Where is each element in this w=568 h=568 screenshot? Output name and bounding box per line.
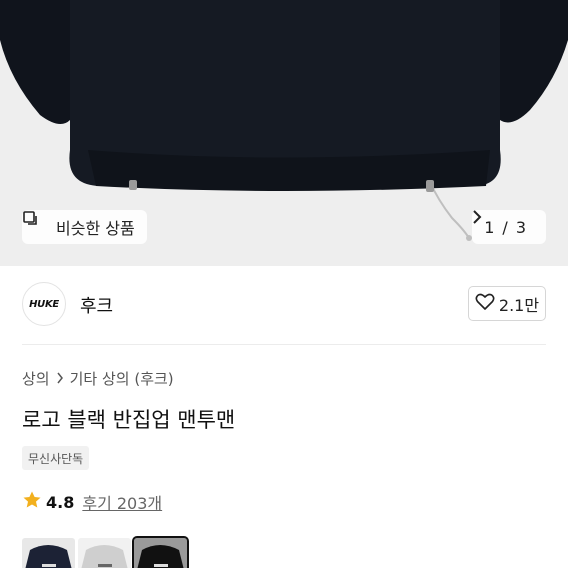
like-button[interactable]: 2.1만: [468, 286, 546, 321]
pager-total: 3: [515, 217, 526, 237]
brand-logo-text: HUKE: [29, 298, 59, 310]
pager-separator: /: [502, 217, 508, 237]
product-image[interactable]: 비슷한 상품 1 / 3: [0, 0, 568, 266]
chevron-right-icon: [56, 370, 64, 388]
product-title: 로고 블랙 반집업 맨투맨: [22, 408, 236, 432]
heart-outline-icon: [475, 293, 495, 315]
variant-thumb-navy[interactable]: [22, 538, 75, 568]
review-count-link[interactable]: 후기 203개: [82, 490, 162, 514]
star-icon: [22, 490, 42, 514]
like-count: 2.1만: [498, 295, 540, 315]
variant-thumb-black[interactable]: [132, 536, 189, 568]
rating: 4.8 후기 203개: [22, 490, 162, 514]
similar-products-label: 비슷한 상품: [56, 219, 135, 238]
breadcrumb-item-subcategory[interactable]: 기타 상의 (후크): [70, 368, 174, 389]
brand-name[interactable]: 후크: [80, 292, 113, 318]
breadcrumb: 상의 기타 상의 (후크): [22, 368, 174, 389]
similar-products-button[interactable]: 비슷한 상품: [22, 210, 147, 244]
breadcrumb-item-category[interactable]: 상의: [22, 368, 50, 389]
pager-current: 1: [484, 217, 495, 237]
variant-thumbnails: [22, 536, 189, 568]
copy-icon: [23, 211, 50, 236]
rating-score: 4.8: [46, 492, 75, 512]
divider: [22, 344, 546, 345]
brand-logo[interactable]: HUKE: [22, 282, 66, 326]
image-pager[interactable]: 1 / 3: [472, 210, 546, 244]
variant-thumb-gray[interactable]: [78, 538, 131, 568]
exclusive-badge: 무신사단독: [22, 446, 90, 470]
brand-row: HUKE 후크 2.1만: [0, 266, 568, 344]
